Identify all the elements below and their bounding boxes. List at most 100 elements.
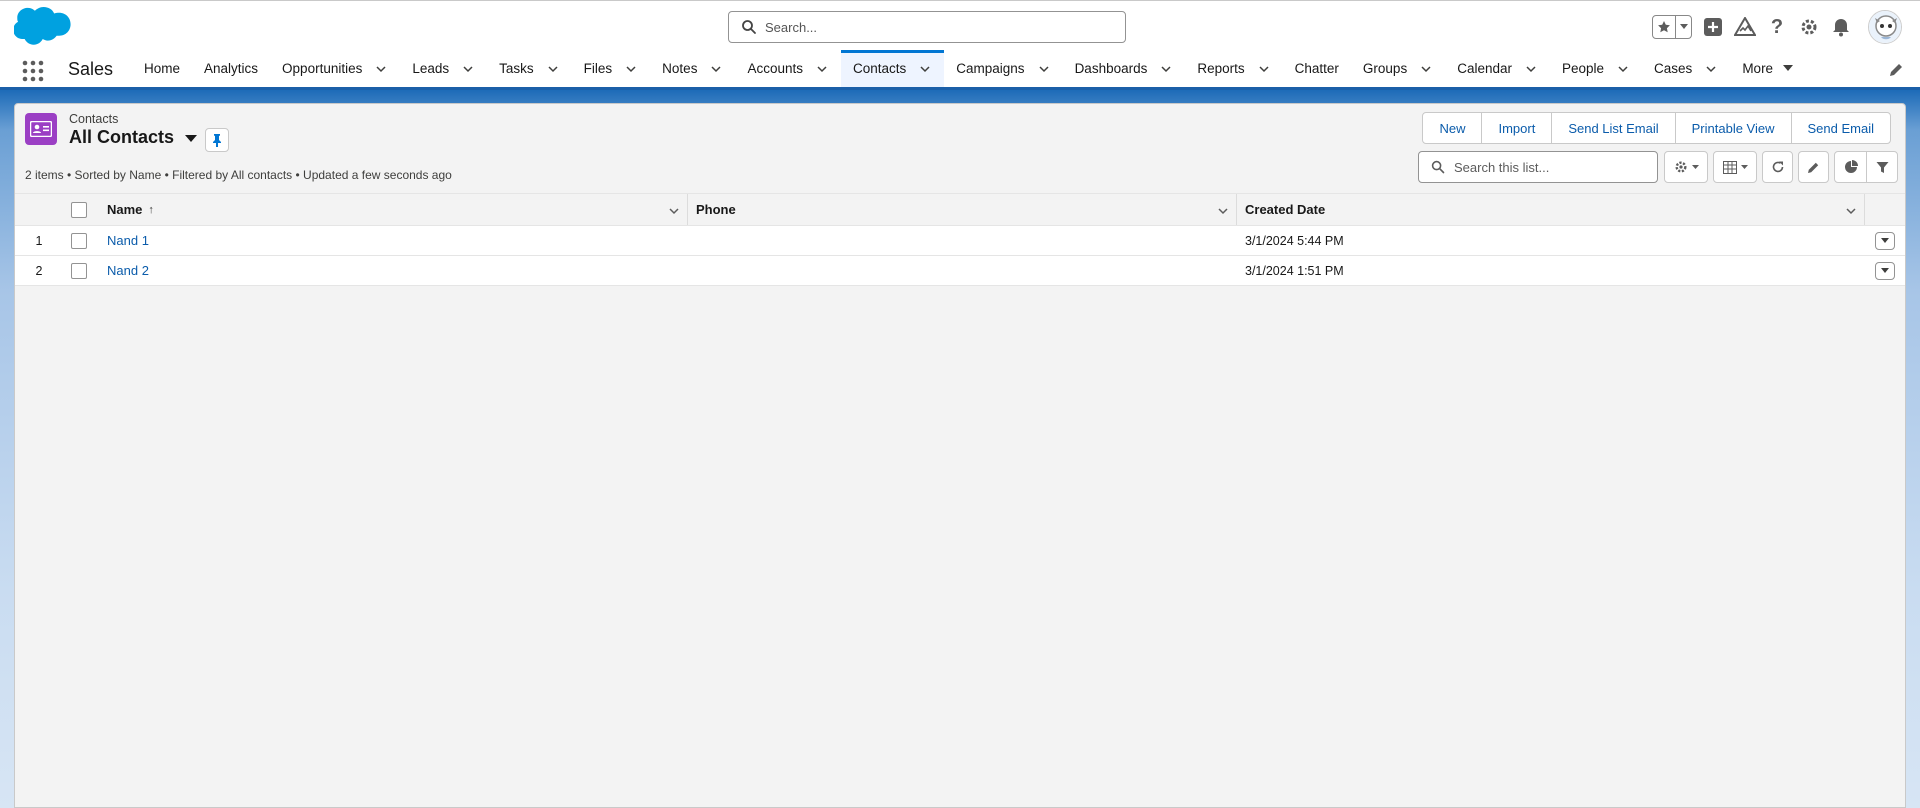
tab-campaigns[interactable]: Campaigns — [944, 50, 1062, 87]
chevron-down-icon[interactable] — [667, 204, 681, 218]
header-row-number — [15, 194, 63, 225]
chevron-down-icon[interactable] — [1844, 204, 1858, 218]
user-avatar[interactable] — [1868, 10, 1902, 44]
tab-label: More — [1742, 61, 1774, 76]
chevron-down-icon[interactable] — [918, 62, 932, 76]
edit-nav-pencil-icon[interactable] — [1888, 62, 1904, 78]
tab-groups[interactable]: Groups — [1351, 50, 1445, 87]
row-action-menu-button[interactable] — [1875, 231, 1895, 250]
new-button[interactable]: New — [1423, 113, 1481, 143]
row-checkbox[interactable] — [71, 262, 87, 279]
bell-icon[interactable] — [1830, 16, 1852, 38]
tab-reports[interactable]: Reports — [1185, 50, 1282, 87]
contacts-table: Name ↑ Phone Created Date 1 Nand 1 3/1/202… — [15, 193, 1905, 286]
send-list-email-button[interactable]: Send List Email — [1551, 113, 1674, 143]
chevron-down-icon[interactable] — [709, 62, 723, 76]
list-view-title: All Contacts — [69, 127, 175, 147]
display-as-button[interactable] — [1713, 151, 1757, 183]
tab-more[interactable]: More — [1730, 50, 1805, 87]
send-email-button[interactable]: Send Email — [1790, 113, 1890, 143]
table-row: 2 Nand 2 3/1/2024 1:51 PM — [15, 256, 1905, 286]
global-search[interactable] — [728, 11, 1126, 43]
trailhead-icon[interactable] — [1734, 16, 1756, 38]
tab-dashboards[interactable]: Dashboards — [1063, 50, 1186, 87]
chart-button[interactable] — [1835, 152, 1866, 182]
contact-object-icon — [25, 113, 57, 145]
inline-edit-button[interactable] — [1798, 151, 1829, 183]
tab-accounts[interactable]: Accounts — [735, 50, 841, 87]
chevron-down-icon[interactable] — [815, 62, 829, 76]
question-icon[interactable]: ? — [1766, 16, 1788, 38]
chevron-down-icon[interactable] — [1159, 62, 1173, 76]
tab-cases[interactable]: Cases — [1642, 50, 1730, 87]
tab-notes[interactable]: Notes — [650, 50, 735, 87]
chevron-down-icon[interactable] — [1216, 204, 1230, 218]
tab-label: Opportunities — [282, 61, 363, 76]
app-launcher-icon[interactable] — [22, 60, 44, 82]
chevron-down-icon[interactable] — [461, 62, 475, 76]
tab-leads[interactable]: Leads — [400, 50, 487, 87]
app-navigation-bar: Sales Home Analytics Opportunities Leads Tas… — [0, 50, 1920, 90]
chevron-down-icon[interactable] — [624, 62, 638, 76]
tab-analytics[interactable]: Analytics — [192, 50, 270, 87]
refresh-button[interactable] — [1762, 151, 1793, 183]
chevron-down-icon[interactable] — [374, 62, 388, 76]
row-phone-cell — [688, 256, 1237, 285]
app-name: Sales — [68, 59, 114, 79]
printable-view-button[interactable]: Printable View — [1674, 113, 1791, 143]
chevron-down-icon[interactable] — [1037, 62, 1051, 76]
list-view-controls-button[interactable] — [1664, 151, 1708, 183]
select-all-checkbox[interactable] — [71, 201, 87, 218]
tab-calendar[interactable]: Calendar — [1445, 50, 1550, 87]
import-button[interactable]: Import — [1481, 113, 1551, 143]
table-icon — [1722, 160, 1737, 174]
gear-icon[interactable] — [1798, 16, 1820, 38]
column-header-created-date[interactable]: Created Date — [1237, 194, 1865, 225]
column-name-label: Name — [107, 202, 143, 217]
list-search[interactable] — [1418, 151, 1658, 183]
chevron-down-icon — [1691, 164, 1699, 169]
tab-home[interactable]: Home — [132, 50, 192, 87]
chevron-down-icon[interactable] — [1524, 62, 1538, 76]
charts-filters-group — [1834, 151, 1898, 183]
tab-label: Contacts — [852, 61, 907, 76]
table-body: 1 Nand 1 3/1/2024 5:44 PM 2 Nand 2 3/1/2024 1… — [15, 226, 1905, 286]
list-view-selector[interactable]: All Contacts — [69, 127, 198, 148]
plus-icon[interactable] — [1702, 16, 1724, 38]
tab-tasks[interactable]: Tasks — [487, 50, 572, 87]
salesforce-logo[interactable] — [14, 7, 74, 49]
star-icon[interactable] — [1653, 16, 1675, 38]
chevron-down-icon[interactable] — [546, 62, 560, 76]
global-search-input[interactable] — [765, 19, 1105, 35]
list-search-input[interactable] — [1454, 159, 1654, 175]
tab-chatter[interactable]: Chatter — [1283, 50, 1351, 87]
chevron-down-icon[interactable] — [1257, 62, 1271, 76]
tab-people[interactable]: People — [1550, 50, 1642, 87]
pin-list-view-button[interactable] — [205, 128, 229, 152]
row-action-menu-button[interactable] — [1875, 261, 1895, 280]
global-header: ? — [0, 0, 1920, 50]
tab-contacts[interactable]: Contacts — [840, 50, 945, 87]
contact-name-link[interactable]: Nand 2 — [107, 263, 149, 278]
row-created-date-cell: 3/1/2024 1:51 PM — [1245, 263, 1344, 278]
row-actions-cell — [1865, 226, 1905, 255]
contact-name-link[interactable]: Nand 1 — [107, 233, 149, 248]
list-status-line: 2 items • Sorted by Name • Filtered by A… — [25, 168, 452, 182]
chevron-down-icon[interactable] — [1616, 62, 1630, 76]
tab-label: Groups — [1362, 61, 1408, 76]
row-checkbox[interactable] — [71, 232, 87, 249]
filter-button[interactable] — [1866, 152, 1897, 182]
tab-opportunities[interactable]: Opportunities — [270, 50, 400, 87]
chevron-down-icon[interactable] — [1704, 62, 1718, 76]
favorites-dropdown-icon[interactable] — [1675, 16, 1691, 38]
row-number: 2 — [35, 263, 43, 278]
chevron-down-icon[interactable] — [1419, 62, 1433, 76]
list-view-card: Contacts All Contacts 2 items • Sorted b… — [14, 103, 1906, 808]
tab-label: Analytics — [204, 61, 259, 76]
column-created-date-label: Created Date — [1245, 202, 1326, 217]
column-header-phone[interactable]: Phone — [688, 194, 1237, 225]
table-row: 1 Nand 1 3/1/2024 5:44 PM — [15, 226, 1905, 256]
column-header-name[interactable]: Name ↑ — [101, 194, 688, 225]
header-actions — [1865, 194, 1905, 225]
tab-files[interactable]: Files — [572, 50, 651, 87]
